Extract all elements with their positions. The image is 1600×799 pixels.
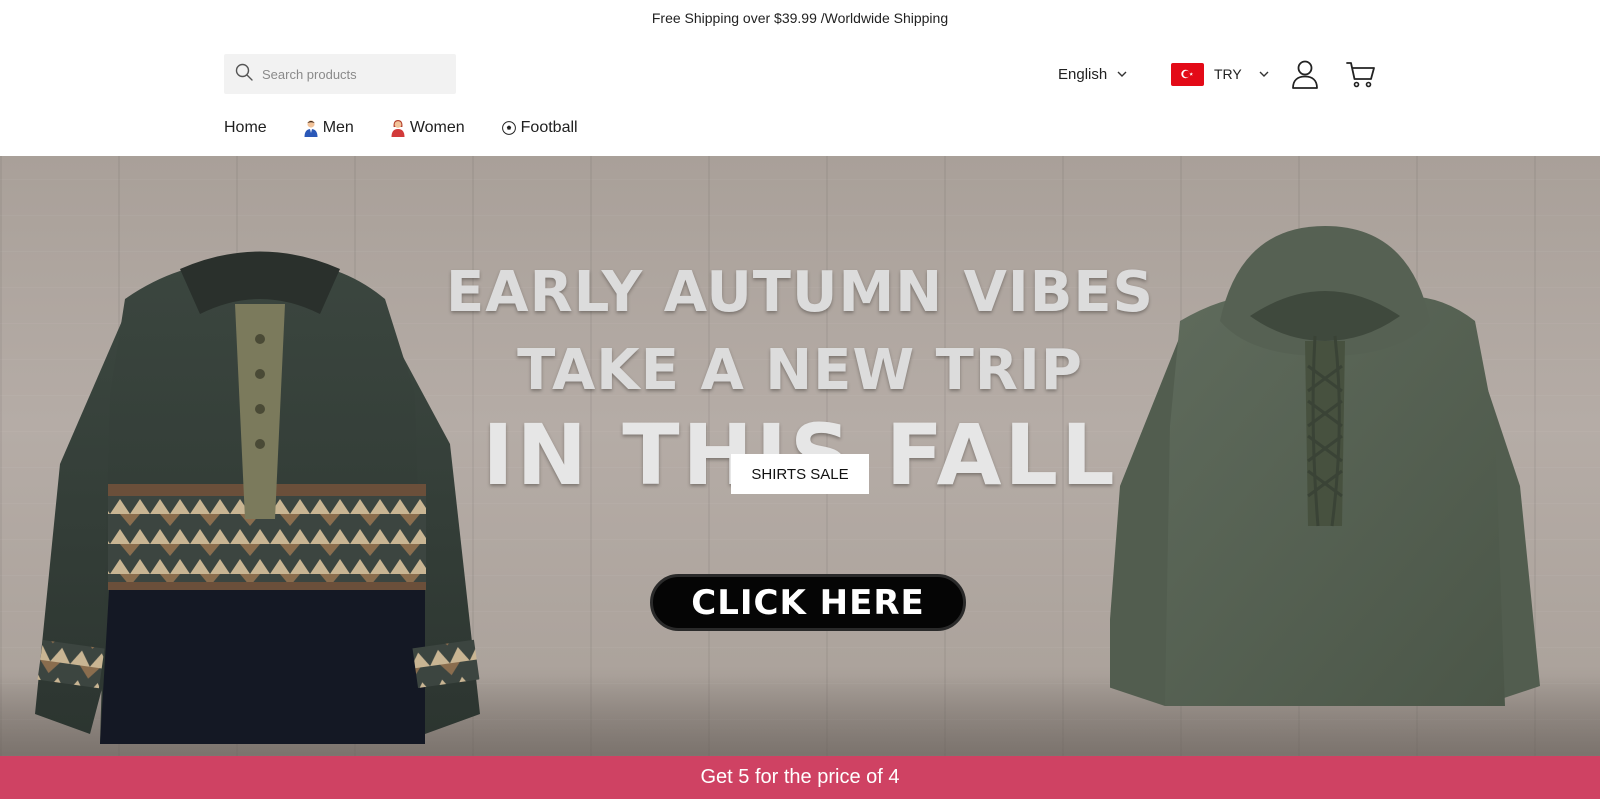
nav-item-men[interactable]: Men	[303, 119, 354, 137]
hero-banner[interactable]: EARLY AUTUMN VIBES TAKE A NEW TRIP IN TH…	[0, 156, 1600, 756]
nav-item-label: Men	[322, 119, 354, 136]
hero-headline-line2: TAKE A NEW TRIP	[517, 338, 1083, 403]
main-nav: Home Men Women Football	[224, 114, 578, 142]
click-here-button[interactable]: CLICK HERE	[650, 574, 966, 631]
currency-code: TRY	[1214, 66, 1242, 82]
woman-emoji-icon	[391, 120, 405, 137]
language-selector[interactable]: English	[1058, 62, 1128, 86]
chevron-down-icon	[1117, 71, 1127, 77]
currency-selector[interactable]: TRY	[1171, 62, 1270, 86]
promo-text: Get 5 for the price of 4	[700, 766, 900, 788]
cart-icon[interactable]	[1346, 59, 1376, 89]
search-box[interactable]	[224, 54, 456, 94]
nav-item-label: Home	[224, 119, 267, 136]
search-input[interactable]	[262, 66, 442, 82]
shirts-sale-button[interactable]: SHIRTS SALE	[731, 454, 869, 494]
chevron-down-icon	[1259, 71, 1269, 77]
nav-item-label: Women	[409, 119, 465, 136]
nav-item-label: Football	[520, 119, 578, 136]
announcement-text: Free Shipping over $39.99 /Worldwide Shi…	[651, 10, 949, 26]
nav-item-football[interactable]: Football	[501, 119, 578, 137]
nav-item-home[interactable]: Home	[224, 119, 267, 137]
nav-item-women[interactable]: Women	[390, 119, 465, 137]
soccer-ball-emoji-icon	[501, 121, 516, 135]
turkey-flag-icon	[1171, 62, 1204, 86]
man-emoji-icon	[304, 120, 318, 137]
announcement-bar: Free Shipping over $39.99 /Worldwide Shi…	[0, 0, 1600, 36]
hero-headline-line1: EARLY AUTUMN VIBES	[445, 260, 1155, 325]
language-label: English	[1058, 65, 1108, 83]
account-icon[interactable]	[1291, 59, 1319, 89]
promo-bar[interactable]: Get 5 for the price of 4	[0, 756, 1600, 799]
search-icon[interactable]	[234, 62, 254, 87]
